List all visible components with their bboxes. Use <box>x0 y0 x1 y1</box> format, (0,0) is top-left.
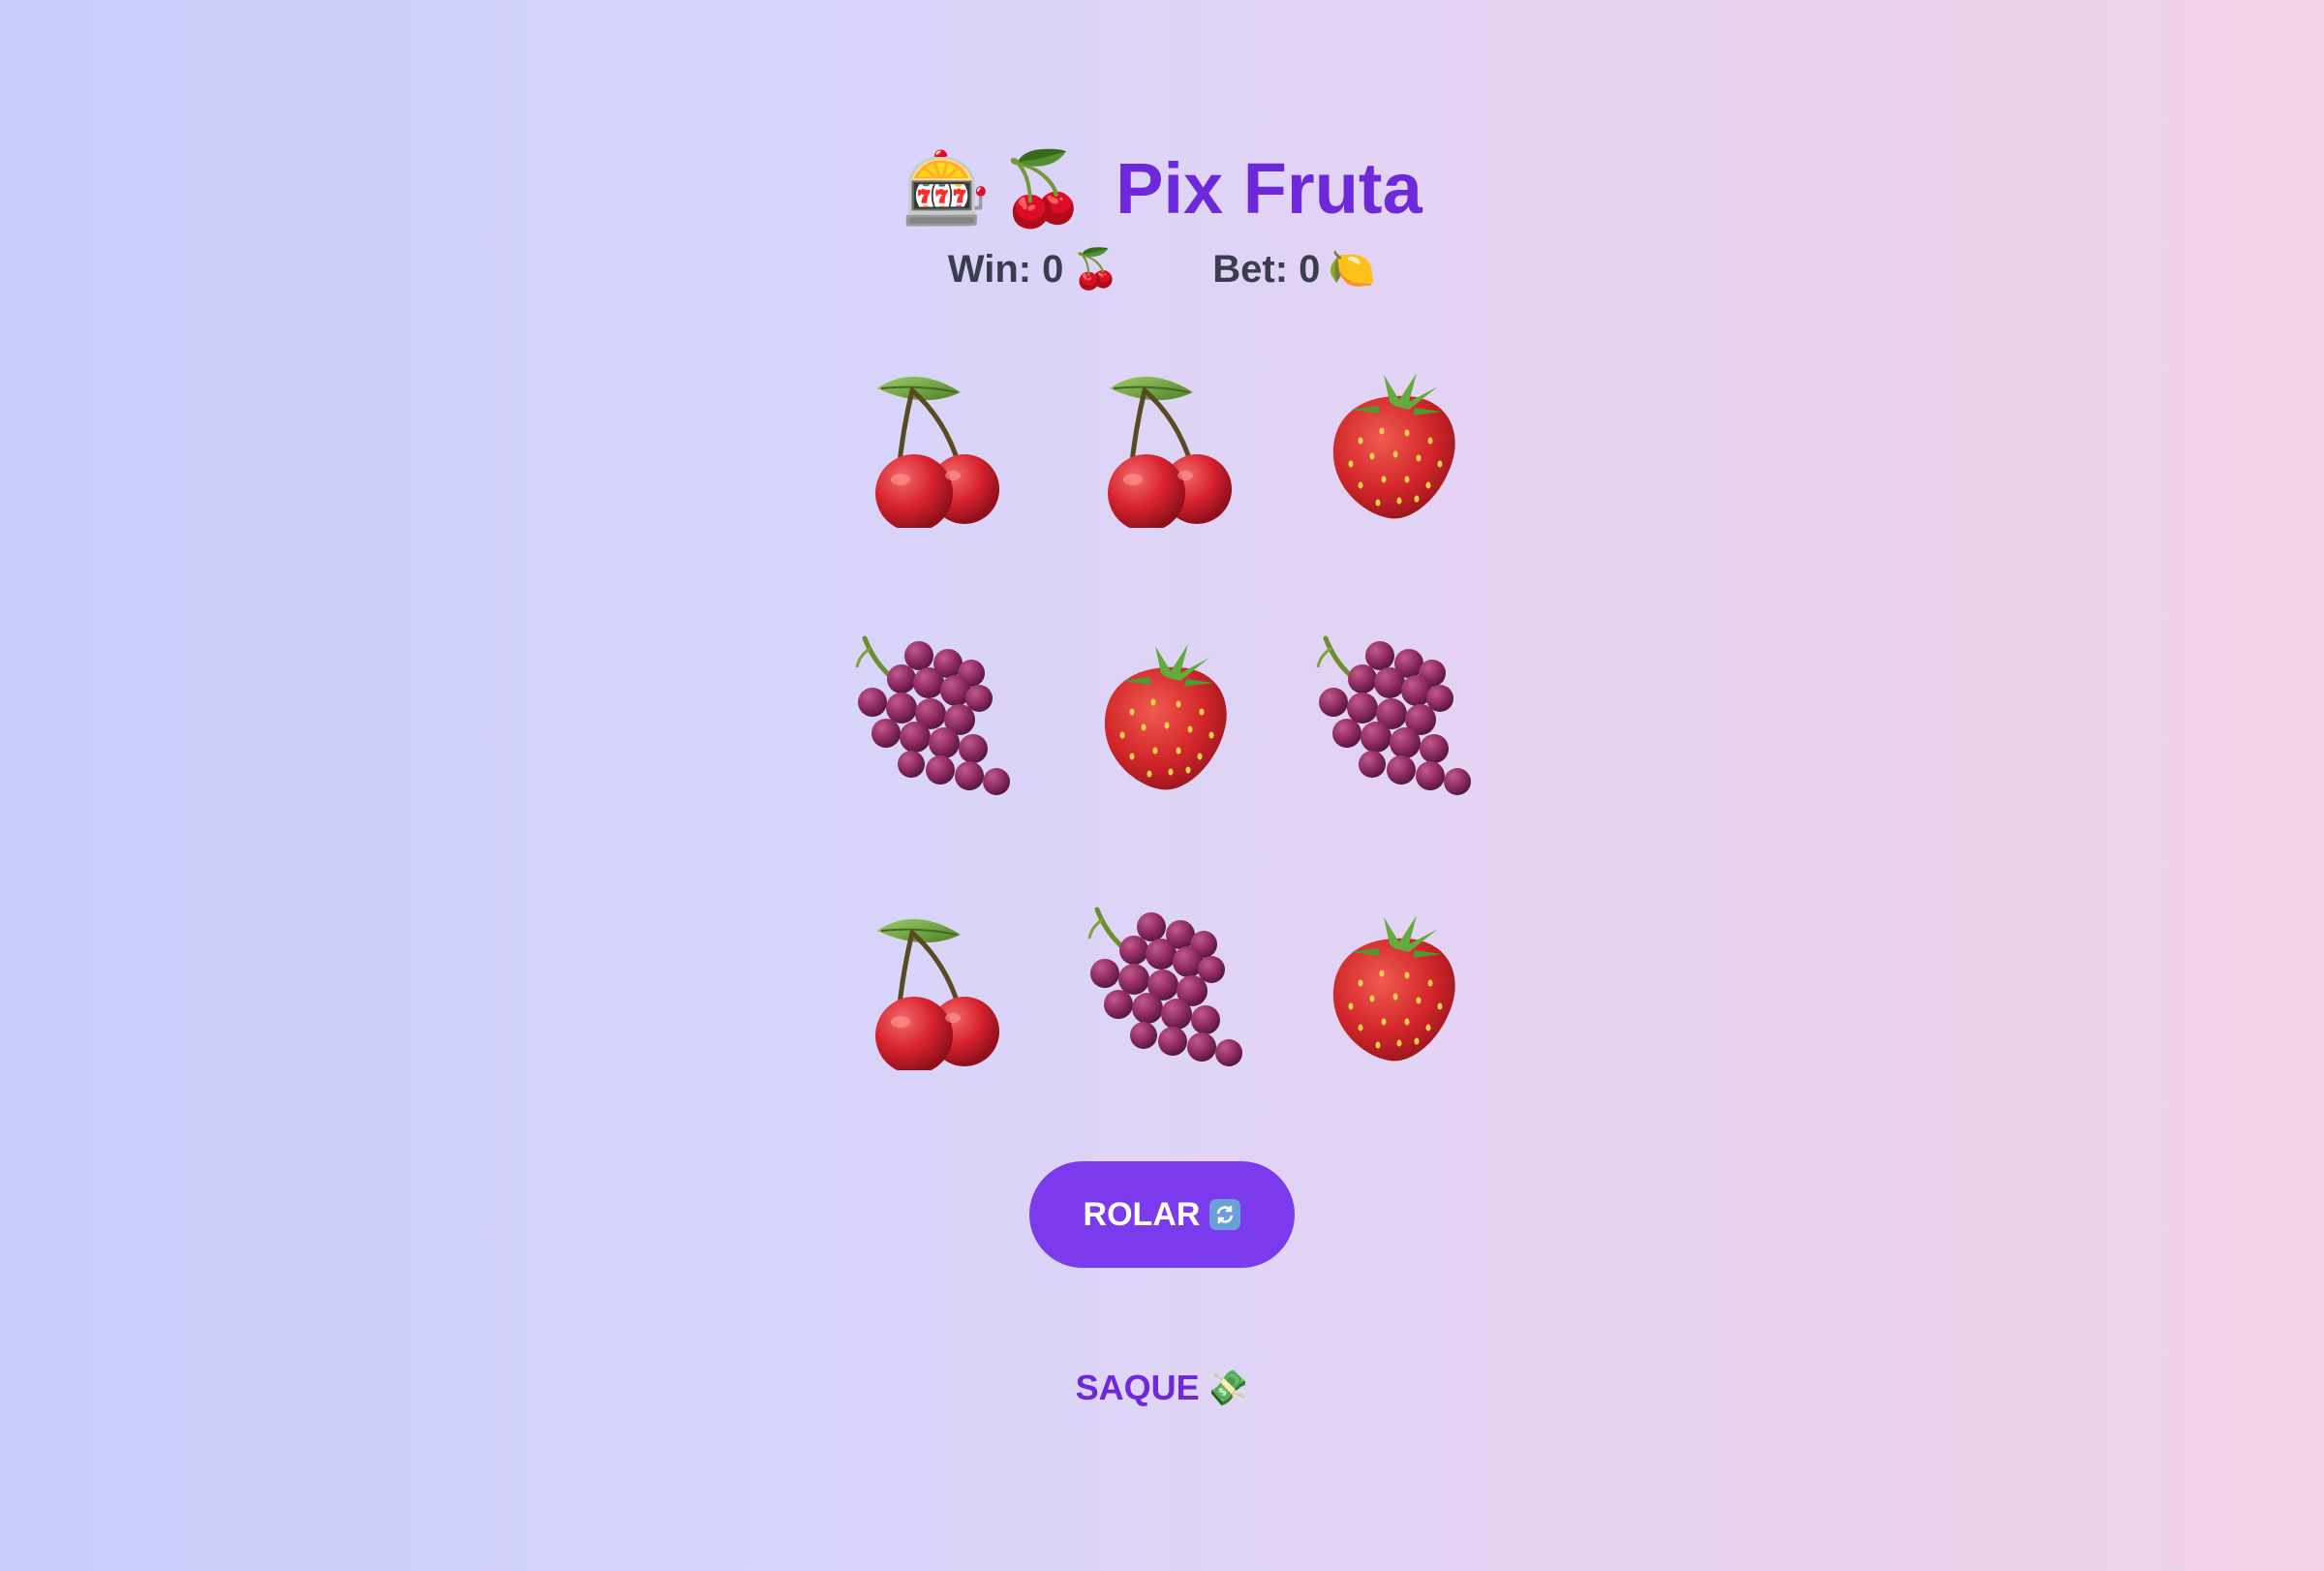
grapes-icon <box>1298 620 1491 814</box>
win-label: Win: 0 <box>947 248 1064 291</box>
withdraw-label: SAQUE <box>1075 1368 1200 1407</box>
bet-stat: Bet: 0 🍋 <box>1212 242 1376 296</box>
spin-button-label: ROLAR <box>1083 1195 1201 1233</box>
strawberry-icon <box>1069 620 1263 814</box>
win-stat: Win: 0 🍒 <box>948 242 1119 296</box>
cherry-icon <box>837 349 1030 542</box>
cherry-icon: 🍒 <box>1071 247 1120 292</box>
page-title: 🎰 🍒 Pix Fruta <box>0 140 2324 237</box>
refresh-icon <box>1209 1199 1241 1230</box>
spin-button[interactable]: ROLAR <box>1029 1161 1295 1268</box>
title-text: Pix Fruta <box>1116 147 1422 229</box>
stats-bar: Win: 0 🍒 Bet: 0 🍋 <box>0 242 2324 296</box>
strawberry-icon <box>1298 891 1491 1085</box>
withdraw-link[interactable]: SAQUE 💸 <box>0 1361 2324 1416</box>
bet-label: Bet: 0 <box>1212 248 1321 291</box>
grapes-icon <box>837 620 1030 814</box>
lemon-icon: 🍋 <box>1328 247 1377 292</box>
cherry-icon <box>1069 349 1263 542</box>
cherry-icon <box>837 891 1030 1085</box>
slot-machine-icon: 🎰 <box>902 146 992 231</box>
grapes-icon <box>1069 891 1263 1085</box>
strawberry-icon <box>1298 349 1491 542</box>
cherry-icon: 🍒 <box>998 146 1088 231</box>
money-with-wings-icon: 💸 <box>1205 1369 1249 1408</box>
